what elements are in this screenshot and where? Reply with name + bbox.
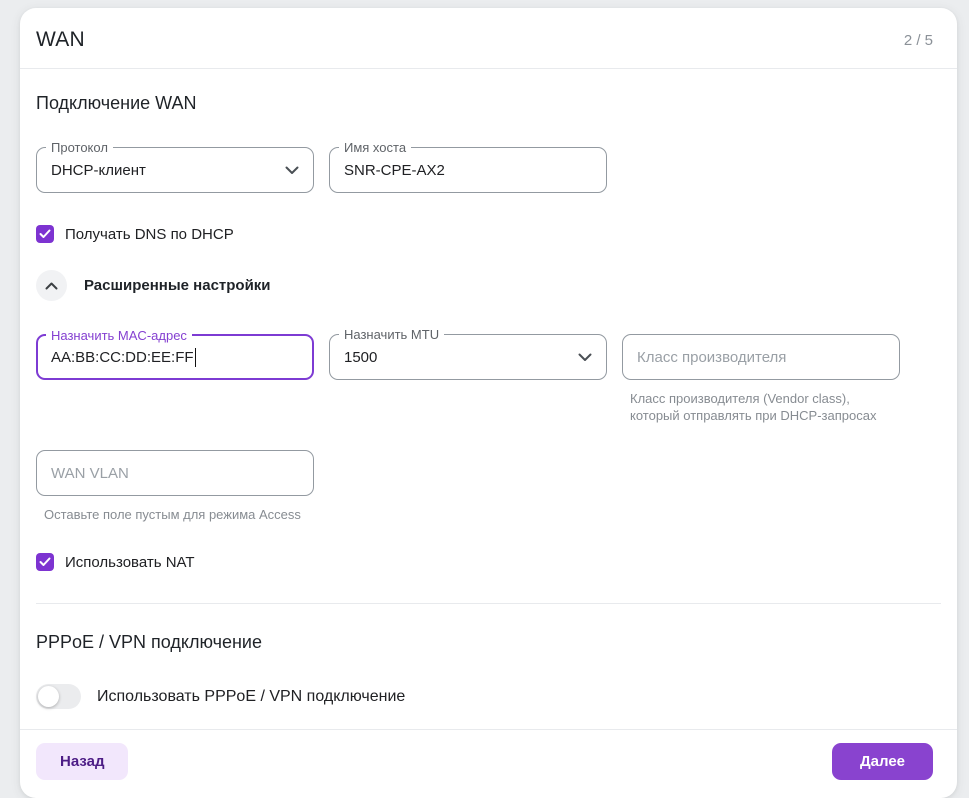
dns-checkbox-label: Получать DNS по DHCP <box>65 226 234 243</box>
nat-checkbox-row[interactable]: Использовать NAT <box>36 553 941 571</box>
nat-checkbox-label: Использовать NAT <box>65 554 195 571</box>
vendor-class-input[interactable] <box>637 335 885 379</box>
card-footer: Назад Далее <box>20 729 957 798</box>
wan-vlan-input[interactable] <box>51 451 299 495</box>
mac-address-field: Назначить MAC-адрес AA:BB:CC:DD:EE:FF <box>36 334 314 380</box>
pppoe-toggle-row[interactable]: Использовать PPPoE / VPN подключение <box>36 684 941 709</box>
chevron-down-icon <box>578 353 592 362</box>
card-body: Подключение WAN Протокол DHCP-клиент Имя… <box>20 69 957 709</box>
vendor-class-helper: Класс производителя (Vendor class), кото… <box>630 390 900 424</box>
mac-address-label: Назначить MAC-адрес <box>46 328 192 343</box>
vlan-row: Оставьте поле пустым для режима Access <box>36 450 941 523</box>
advanced-fields-row: Назначить MAC-адрес AA:BB:CC:DD:EE:FF На… <box>36 334 941 424</box>
mtu-column: Назначить MTU 1500 <box>329 334 607 380</box>
toggle-off-switch[interactable] <box>36 684 81 709</box>
step-indicator: 2 / 5 <box>904 32 933 49</box>
checkbox-checked-icon[interactable] <box>36 553 54 571</box>
protocol-hostname-row: Протокол DHCP-клиент Имя хоста <box>36 147 941 193</box>
chevron-up-icon[interactable] <box>36 270 67 301</box>
hostname-label: Имя хоста <box>339 140 411 155</box>
wan-vlan-field <box>36 450 314 496</box>
wan-settings-card: WAN 2 / 5 Подключение WAN Протокол DHCP-… <box>20 8 957 798</box>
pppoe-toggle-label: Использовать PPPoE / VPN подключение <box>97 688 405 706</box>
vendor-class-column: Класс производителя (Vendor class), кото… <box>622 334 900 424</box>
protocol-label: Протокол <box>46 140 113 155</box>
mtu-select[interactable]: Назначить MTU 1500 <box>329 334 607 380</box>
vlan-column: Оставьте поле пустым для режима Access <box>36 450 314 523</box>
dns-checkbox-row[interactable]: Получать DNS по DHCP <box>36 225 941 243</box>
chevron-down-icon <box>285 166 299 175</box>
card-header: WAN 2 / 5 <box>20 8 957 69</box>
mac-address-value[interactable]: AA:BB:CC:DD:EE:FF <box>51 349 194 366</box>
advanced-settings-title: Расширенные настройки <box>84 277 271 294</box>
advanced-settings-expander[interactable]: Расширенные настройки <box>36 270 941 301</box>
wan-vlan-helper: Оставьте поле пустым для режима Access <box>44 506 314 523</box>
mtu-label: Назначить MTU <box>339 327 444 342</box>
back-button[interactable]: Назад <box>36 743 128 780</box>
protocol-value: DHCP-клиент <box>51 162 146 179</box>
text-cursor <box>195 348 197 367</box>
pppoe-section-title: PPPoE / VPN подключение <box>36 632 941 653</box>
vendor-class-field <box>622 334 900 380</box>
next-button[interactable]: Далее <box>832 743 933 780</box>
toggle-knob <box>38 686 59 707</box>
wan-section-title: Подключение WAN <box>36 93 941 114</box>
section-divider <box>36 603 941 604</box>
hostname-field: Имя хоста <box>329 147 607 193</box>
checkbox-checked-icon[interactable] <box>36 225 54 243</box>
mac-column: Назначить MAC-адрес AA:BB:CC:DD:EE:FF <box>36 334 314 380</box>
mtu-value: 1500 <box>344 349 377 366</box>
page-title: WAN <box>36 28 85 52</box>
protocol-select[interactable]: Протокол DHCP-клиент <box>36 147 314 193</box>
